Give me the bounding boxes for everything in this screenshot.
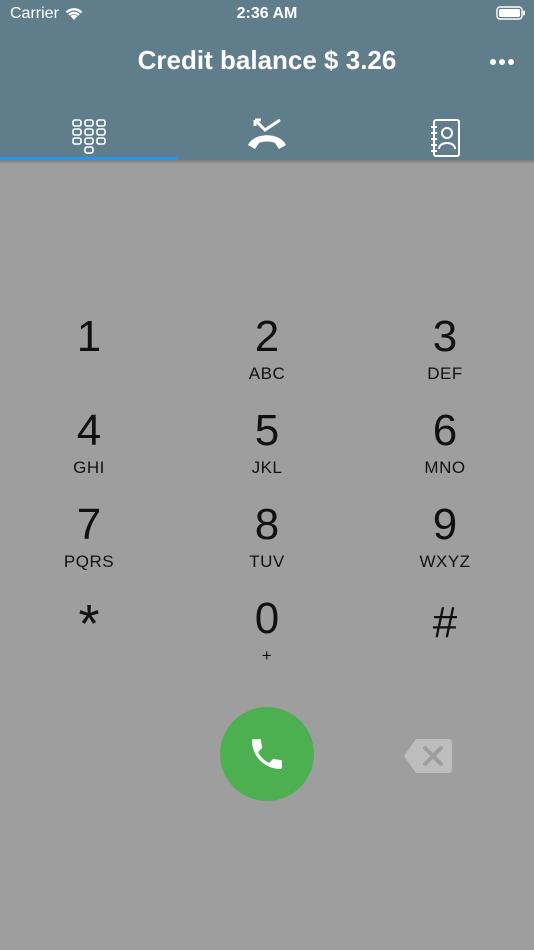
key-5[interactable]: 5 JKL [178,404,356,494]
phone-icon [252,739,282,769]
key-6[interactable]: 6 MNO [356,404,534,494]
key-digit: 3 [432,312,458,361]
key-letters: JKL [251,458,283,477]
key-8[interactable]: 8 TUV [178,498,356,588]
tab-bar [0,108,534,160]
key-1[interactable]: 1 [0,310,178,400]
key-4[interactable]: 4 GHI [0,404,178,494]
key-digit: 7 [76,500,102,549]
key-hash[interactable]: # [356,592,534,682]
key-letters: ABC [248,364,286,383]
clock: 2:36 AM [236,5,298,22]
key-digit: 8 [254,500,280,549]
key-digit: # [432,598,458,647]
missed-call-icon [248,118,286,149]
tab-recent-calls[interactable] [178,108,356,160]
key-star[interactable]: * [0,592,178,682]
more-options-button[interactable] [488,52,516,72]
status-bar: Carrier 2:36 AM [0,0,534,28]
key-2[interactable]: 2 ABC [178,310,356,400]
key-digit: 2 [254,312,280,361]
key-letters: MNO [424,458,466,477]
key-letters: GHI [73,458,105,477]
contacts-book-icon [431,119,460,157]
tab-contacts[interactable] [356,108,534,160]
key-letters: + [261,646,273,665]
tab-dialpad[interactable] [0,108,178,160]
header-shadow [0,160,534,164]
backspace-button[interactable] [404,738,452,774]
more-horizontal-icon [490,59,514,65]
key-7[interactable]: 7 PQRS [0,498,178,588]
key-9[interactable]: 9 WXYZ [356,498,534,588]
key-letters: PQRS [63,552,115,571]
backspace-icon [404,739,452,773]
app-header: Carrier 2:36 AM Credit balance $ 3.26 [0,0,534,160]
key-0[interactable]: 0 + [178,592,356,682]
key-letters: WXYZ [419,552,471,571]
key-digit: 0 [254,594,280,643]
key-digit: 5 [254,406,280,455]
call-button[interactable] [220,707,314,801]
key-digit: 9 [432,500,458,549]
battery-icon [496,6,526,25]
key-letters: TUV [249,552,285,571]
dialpad-icon [72,119,106,154]
key-digit: 6 [432,406,458,455]
key-letters: DEF [427,364,463,383]
page-title: Credit balance $ 3.26 [137,45,397,75]
key-digit: 1 [76,312,102,361]
key-digit: 4 [76,406,102,455]
key-3[interactable]: 3 DEF [356,310,534,400]
key-digit: * [78,594,100,654]
